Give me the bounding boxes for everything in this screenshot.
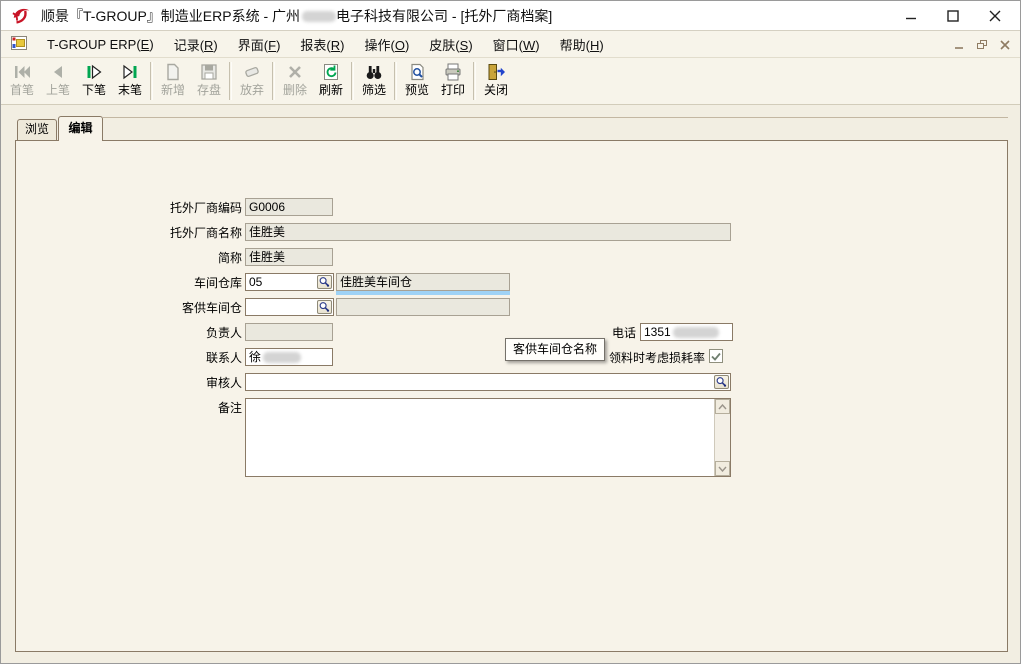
menu-item-operation[interactable]: 操作(O) bbox=[354, 31, 419, 58]
window-title: 顺景『T-GROUP』制造业ERP系统 - 广州电子科技有限公司 - [托外厂商… bbox=[41, 6, 552, 26]
menu-item-record[interactable]: 记录(R) bbox=[164, 31, 228, 58]
maximize-button[interactable] bbox=[932, 1, 974, 31]
tab-edit[interactable]: 编辑 bbox=[58, 116, 103, 141]
toolbar-first-button: 首笔 bbox=[4, 61, 40, 102]
vendor-name-label: 托外厂商名称 bbox=[76, 226, 242, 240]
customer-warehouse-label: 客供车间仓 bbox=[76, 301, 242, 315]
mdi-window-controls bbox=[952, 31, 1012, 58]
scroll-down-button[interactable] bbox=[715, 461, 730, 476]
auditor-lookup-button[interactable] bbox=[714, 375, 729, 389]
window-controls bbox=[890, 1, 1016, 31]
remarks-textarea[interactable] bbox=[245, 398, 731, 477]
first-record-icon bbox=[12, 62, 32, 82]
manager-field bbox=[245, 323, 333, 341]
menu-item-help[interactable]: 帮助(H) bbox=[550, 31, 614, 58]
new-document-icon bbox=[163, 62, 183, 82]
eraser-icon bbox=[242, 62, 262, 82]
toolbar-refresh-button[interactable]: 刷新 bbox=[313, 61, 349, 102]
edit-form-panel: 托外厂商编码 托外厂商名称 简称 车间仓库 客供车间仓 负责人 联系人 审核人 … bbox=[15, 140, 1008, 652]
toolbar-last-button[interactable]: 末笔 bbox=[112, 61, 148, 102]
toolbar-separator bbox=[394, 62, 397, 100]
vendor-code-field: G0006 bbox=[245, 198, 333, 216]
toolbar-discard-button: 放弃 bbox=[234, 61, 270, 102]
tab-browse[interactable]: 浏览 bbox=[17, 119, 57, 140]
menu-item-tgroup-erp[interactable]: T-GROUP ERP(E) bbox=[37, 33, 164, 56]
close-button[interactable] bbox=[974, 1, 1016, 31]
toolbar-separator bbox=[150, 62, 153, 100]
toolbar-close-button[interactable]: 关闭 bbox=[478, 61, 514, 102]
tabstrip-edge bbox=[103, 117, 1008, 118]
auditor-input[interactable] bbox=[245, 373, 731, 391]
phone-input[interactable]: 1351 bbox=[640, 323, 733, 341]
toolbar-delete-button: 删除 bbox=[277, 61, 313, 102]
remarks-label: 备注 bbox=[76, 401, 242, 415]
toolbar-print-button[interactable]: 打印 bbox=[435, 61, 471, 102]
menu-item-skin[interactable]: 皮肤(S) bbox=[419, 31, 482, 58]
mdi-minimize-button[interactable] bbox=[952, 38, 966, 52]
save-disk-icon bbox=[199, 62, 219, 82]
manager-label: 负责人 bbox=[76, 326, 242, 340]
focus-highlight bbox=[336, 291, 510, 295]
form-window-icon bbox=[11, 36, 29, 52]
workshop-warehouse-name-field: 佳胜美车间仓 bbox=[336, 273, 510, 291]
toolbar-preview-button[interactable]: 预览 bbox=[399, 61, 435, 102]
menu-item-window[interactable]: 窗口(W) bbox=[483, 31, 550, 58]
redacted-contact bbox=[263, 352, 301, 363]
minimize-button[interactable] bbox=[890, 1, 932, 31]
next-record-icon bbox=[84, 62, 104, 82]
contact-input[interactable]: 徐 bbox=[245, 348, 333, 366]
toolbar-save-button: 存盘 bbox=[191, 61, 227, 102]
customer-warehouse-lookup-button[interactable] bbox=[317, 300, 332, 314]
redacted-phone bbox=[673, 327, 719, 338]
workshop-warehouse-label: 车间仓库 bbox=[76, 276, 242, 290]
toolbar-new-button: 新增 bbox=[155, 61, 191, 102]
menu-item-report[interactable]: 报表(R) bbox=[290, 31, 354, 58]
loss-rate-checkbox[interactable] bbox=[709, 349, 723, 363]
toolbar: 首笔 上笔 下笔 末笔 新增 存盘 放弃 删除 bbox=[1, 58, 1020, 105]
app-logo-icon bbox=[11, 5, 33, 27]
print-preview-icon bbox=[407, 62, 427, 82]
mdi-close-button[interactable] bbox=[998, 38, 1012, 52]
workshop-warehouse-code-input[interactable]: 05 bbox=[245, 273, 334, 291]
toolbar-separator bbox=[272, 62, 275, 100]
last-record-icon bbox=[120, 62, 140, 82]
exit-door-icon bbox=[486, 62, 506, 82]
binoculars-icon bbox=[364, 62, 384, 82]
tooltip: 客供车间仓名称 bbox=[505, 338, 605, 361]
menubar: T-GROUP ERP(E) 记录(R) 界面(F) 报表(R) 操作(O) 皮… bbox=[1, 31, 1020, 58]
toolbar-next-button[interactable]: 下笔 bbox=[76, 61, 112, 102]
customer-warehouse-name-field bbox=[336, 298, 510, 316]
toolbar-prev-button: 上笔 bbox=[40, 61, 76, 102]
auditor-label: 审核人 bbox=[76, 376, 242, 390]
remarks-scrollbar[interactable] bbox=[714, 399, 730, 476]
customer-warehouse-code-input[interactable] bbox=[245, 298, 334, 316]
mdi-restore-button[interactable] bbox=[975, 38, 989, 52]
printer-icon bbox=[443, 62, 463, 82]
redacted-company-name bbox=[302, 11, 336, 22]
toolbar-separator bbox=[229, 62, 232, 100]
contact-label: 联系人 bbox=[76, 351, 242, 365]
short-name-field: 佳胜美 bbox=[245, 248, 333, 266]
menu-item-interface[interactable]: 界面(F) bbox=[228, 31, 291, 58]
short-name-label: 简称 bbox=[76, 251, 242, 265]
toolbar-filter-button[interactable]: 筛选 bbox=[356, 61, 392, 102]
titlebar: 顺景『T-GROUP』制造业ERP系统 - 广州电子科技有限公司 - [托外厂商… bbox=[1, 1, 1020, 31]
toolbar-separator bbox=[473, 62, 476, 100]
vendor-name-field: 佳胜美 bbox=[245, 223, 731, 241]
toolbar-separator bbox=[351, 62, 354, 100]
scroll-up-button[interactable] bbox=[715, 399, 730, 414]
prev-record-icon bbox=[48, 62, 68, 82]
delete-x-icon bbox=[285, 62, 305, 82]
refresh-icon bbox=[321, 62, 341, 82]
vendor-code-label: 托外厂商编码 bbox=[76, 201, 242, 215]
app-window: 顺景『T-GROUP』制造业ERP系统 - 广州电子科技有限公司 - [托外厂商… bbox=[0, 0, 1021, 664]
workshop-warehouse-lookup-button[interactable] bbox=[317, 275, 332, 289]
